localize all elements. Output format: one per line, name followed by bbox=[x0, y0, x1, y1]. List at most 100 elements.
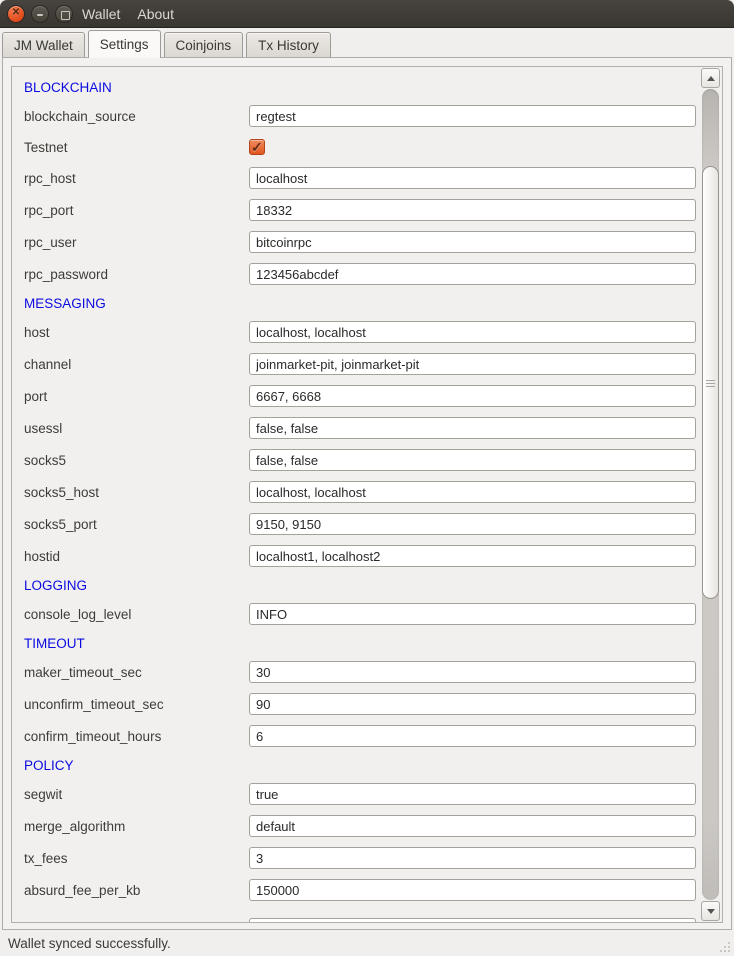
field-label: rpc_user bbox=[24, 235, 249, 250]
section-header-messaging: MESSAGING bbox=[24, 290, 700, 316]
form-row: confirm_timeout_hours bbox=[24, 720, 700, 752]
form-row: port bbox=[24, 380, 700, 412]
form-row: unconfirm_timeout_sec bbox=[24, 688, 700, 720]
field-label: hostid bbox=[24, 549, 249, 564]
field-input[interactable] bbox=[249, 231, 696, 253]
field-label: unconfirm_timeout_sec bbox=[24, 697, 249, 712]
scrollbar-grip-icon bbox=[706, 383, 715, 384]
vertical-scrollbar bbox=[700, 68, 721, 921]
scrollbar-thumb[interactable] bbox=[702, 166, 719, 599]
form-row: rpc_port bbox=[24, 194, 700, 226]
field-label: confirm_timeout_hours bbox=[24, 729, 249, 744]
field-input[interactable] bbox=[249, 321, 696, 343]
form-row: rpc_user bbox=[24, 226, 700, 258]
field-input[interactable] bbox=[249, 417, 696, 439]
field-input[interactable] bbox=[249, 545, 696, 567]
field-label: rpc_port bbox=[24, 203, 249, 218]
menu-about[interactable]: About bbox=[137, 0, 174, 28]
field-input[interactable] bbox=[249, 783, 696, 805]
minimize-button-icon[interactable] bbox=[31, 5, 49, 23]
field-input[interactable] bbox=[249, 603, 696, 625]
field-label: blockchain_source bbox=[24, 109, 249, 124]
form-row: merge_algorithm bbox=[24, 810, 700, 842]
window-buttons bbox=[0, 5, 73, 23]
section-header-policy: POLICY bbox=[24, 752, 700, 778]
tab-tx-history[interactable]: Tx History bbox=[246, 32, 331, 57]
field-input[interactable] bbox=[249, 693, 696, 715]
maximize-button-icon[interactable] bbox=[55, 5, 73, 23]
field-input[interactable] bbox=[249, 661, 696, 683]
field-label: socks5 bbox=[24, 453, 249, 468]
form-row: socks5 bbox=[24, 444, 700, 476]
field-label: host bbox=[24, 325, 249, 340]
form-row: socks5_host bbox=[24, 476, 700, 508]
form-row: usessl bbox=[24, 412, 700, 444]
status-bar: Wallet synced successfully. bbox=[0, 930, 734, 956]
form-row: rpc_host bbox=[24, 162, 700, 194]
arrow-down-icon bbox=[707, 909, 715, 914]
field-input[interactable] bbox=[249, 725, 696, 747]
field-input[interactable] bbox=[249, 449, 696, 471]
scroll-up-button[interactable] bbox=[701, 68, 720, 88]
settings-form: BLOCKCHAIN blockchain_source Testnet rpc_ho… bbox=[12, 67, 700, 922]
field-input[interactable] bbox=[249, 481, 696, 503]
field-label: absurd_fee_per_kb bbox=[24, 883, 249, 898]
field-input[interactable] bbox=[249, 918, 696, 922]
form-row: maker_timeout_sec bbox=[24, 656, 700, 688]
tab-settings[interactable]: Settings bbox=[88, 30, 161, 58]
menu-bar: Wallet About bbox=[82, 0, 174, 28]
status-message: Wallet synced successfully. bbox=[8, 936, 171, 951]
field-input[interactable] bbox=[249, 513, 696, 535]
resize-grip[interactable] bbox=[718, 940, 730, 952]
form-row: console_log_level bbox=[24, 598, 700, 630]
checkbox-checked-icon[interactable] bbox=[249, 139, 265, 155]
field-label: tx_fees bbox=[24, 851, 249, 866]
field-label: socks5_port bbox=[24, 517, 249, 532]
form-row: blockchain_source bbox=[24, 100, 700, 132]
field-input[interactable] bbox=[249, 199, 696, 221]
menu-wallet[interactable]: Wallet bbox=[82, 0, 120, 28]
form-row: Testnet bbox=[24, 132, 700, 162]
arrow-up-icon bbox=[707, 76, 715, 81]
field-input[interactable] bbox=[249, 263, 696, 285]
scroll-down-button[interactable] bbox=[701, 901, 720, 921]
field-label: console_log_level bbox=[24, 607, 249, 622]
form-row: segwit bbox=[24, 778, 700, 810]
form-row: socks5_port bbox=[24, 508, 700, 540]
form-row: tx_fees bbox=[24, 842, 700, 874]
scrollbar-track[interactable] bbox=[702, 89, 719, 900]
tab-jm-wallet[interactable]: JM Wallet bbox=[2, 32, 85, 57]
field-label: port bbox=[24, 389, 249, 404]
field-input[interactable] bbox=[249, 385, 696, 407]
field-label: socks5_host bbox=[24, 485, 249, 500]
section-header-blockchain: BLOCKCHAIN bbox=[24, 74, 700, 100]
field-label: merge_algorithm bbox=[24, 819, 249, 834]
field-label: rpc_password bbox=[24, 267, 249, 282]
tab-coinjoins[interactable]: Coinjoins bbox=[164, 32, 244, 57]
field-input[interactable] bbox=[249, 879, 696, 901]
field-label: rpc_host bbox=[24, 171, 249, 186]
field-input[interactable] bbox=[249, 847, 696, 869]
field-label: maker_timeout_sec bbox=[24, 665, 249, 680]
section-header-timeout: TIMEOUT bbox=[24, 630, 700, 656]
form-row: rpc_password bbox=[24, 258, 700, 290]
field-label: channel bbox=[24, 357, 249, 372]
field-label: Testnet bbox=[24, 140, 249, 155]
title-bar: Wallet About bbox=[0, 0, 734, 28]
close-button-icon[interactable] bbox=[7, 5, 25, 23]
field-input[interactable] bbox=[249, 815, 696, 837]
form-row: absurd_fee_per_kb bbox=[24, 874, 700, 906]
form-row: channel bbox=[24, 348, 700, 380]
settings-tab-page: BLOCKCHAIN blockchain_source Testnet rpc_ho… bbox=[2, 57, 732, 930]
field-label: segwit bbox=[24, 787, 249, 802]
form-row: hostid bbox=[24, 540, 700, 572]
field-label: usessl bbox=[24, 421, 249, 436]
section-header-logging: LOGGING bbox=[24, 572, 700, 598]
field-input[interactable] bbox=[249, 105, 696, 127]
tab-bar: JM WalletSettingsCoinjoinsTx History bbox=[0, 28, 734, 57]
form-row bbox=[24, 906, 700, 922]
field-input[interactable] bbox=[249, 353, 696, 375]
form-row: host bbox=[24, 316, 700, 348]
field-input[interactable] bbox=[249, 167, 696, 189]
settings-scroll-area: BLOCKCHAIN blockchain_source Testnet rpc_ho… bbox=[11, 66, 723, 923]
